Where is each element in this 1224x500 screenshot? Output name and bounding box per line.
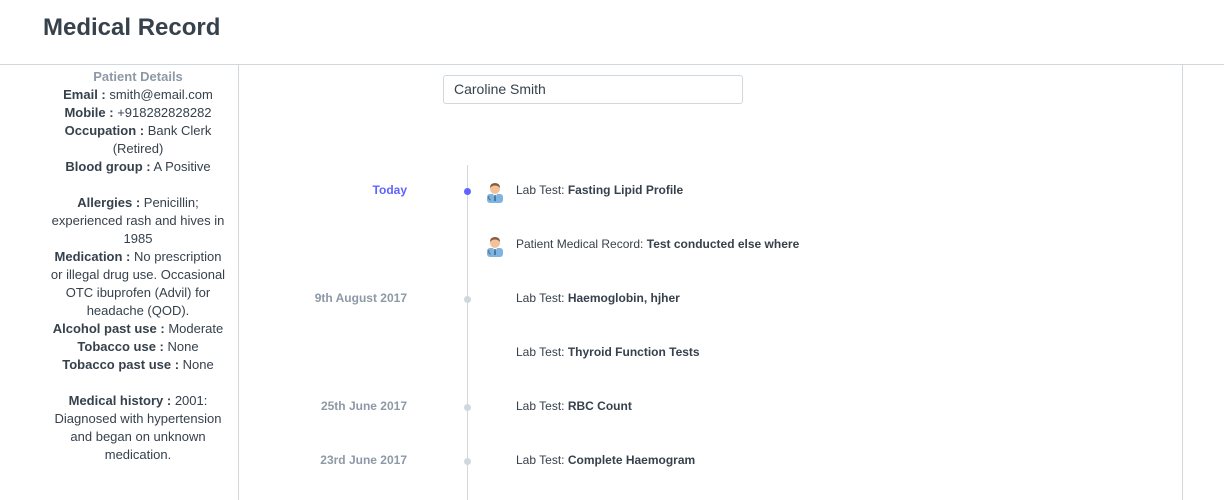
timeline-title: Thyroid Function Tests: [567, 345, 700, 359]
timeline-dot: [464, 404, 471, 411]
timeline-item[interactable]: 23rd June 2017 Lab Test: Complete Haemogr…: [0, 452, 1180, 472]
patient-name-input[interactable]: Caroline Smith: [443, 75, 743, 104]
timeline-title: Complete Haemogram: [567, 453, 696, 467]
patient-details-sidebar: Patient Details Email : smith@email.com …: [0, 65, 239, 500]
timeline-line: [467, 165, 468, 500]
timeline-dot: [464, 188, 471, 195]
mobile-row: Mobile : +918282828282: [64, 105, 212, 120]
timeline-prefix: Lab Test:: [516, 291, 565, 305]
timeline-title: Test conducted else where: [646, 237, 800, 251]
timeline-text[interactable]: Lab Test: Fasting Lipid Profile: [516, 183, 683, 197]
timeline-prefix: Lab Test:: [516, 453, 565, 467]
timeline-prefix: Lab Test:: [516, 183, 565, 197]
patient-details-heading: Patient Details: [93, 69, 183, 84]
timeline-text[interactable]: Lab Test: Thyroid Function Tests: [516, 345, 700, 359]
timeline-date: 23rd June 2017: [320, 453, 407, 467]
timeline-prefix: Patient Medical Record:: [516, 237, 644, 251]
alcohol-row: Alcohol past use : Moderate: [52, 321, 224, 336]
mobile-value: +918282828282: [117, 105, 212, 120]
timeline-prefix: Lab Test:: [516, 345, 565, 359]
email-row: Email : smith@email.com: [63, 87, 213, 102]
timeline-prefix: Lab Test:: [516, 399, 565, 413]
blood-group-value: A Positive: [153, 159, 211, 174]
timeline-date: Today: [372, 183, 407, 197]
timeline-item[interactable]: Patient Medical Record: Test conducted e…: [0, 236, 1180, 256]
timeline-text[interactable]: Lab Test: RBC Count: [516, 399, 632, 413]
page-title: Medical Record: [43, 14, 221, 41]
page-header: Medical Record: [0, 0, 1224, 65]
timeline-date: 25th June 2017: [320, 399, 407, 413]
timeline-date: 9th August 2017: [314, 291, 407, 305]
right-divider: [1182, 65, 1183, 500]
blood-group-row: Blood group : A Positive: [65, 159, 211, 174]
timeline-item[interactable]: 9th August 2017 Lab Test: Haemoglobin, hj…: [0, 290, 1180, 310]
timeline-dot: [464, 458, 471, 465]
timeline-dot: [464, 296, 471, 303]
timeline-item[interactable]: Lab Test: Thyroid Function Tests: [0, 344, 1180, 364]
alcohol-value: Moderate: [168, 321, 224, 336]
timeline-text[interactable]: Patient Medical Record: Test conducted e…: [516, 237, 799, 251]
doctor-avatar-icon: [485, 235, 505, 257]
timeline-item[interactable]: 25th June 2017 Lab Test: RBC Count: [0, 398, 1180, 418]
email-value: smith@email.com: [109, 87, 213, 102]
timeline-text[interactable]: Lab Test: Haemoglobin, hjher: [516, 291, 680, 305]
timeline-title: RBC Count: [567, 399, 632, 413]
timeline-item[interactable]: Today Lab Test: Fasting Lipid Profile: [0, 182, 1180, 202]
doctor-avatar-icon: [485, 181, 505, 203]
timeline-text[interactable]: Lab Test: Complete Haemogram: [516, 453, 695, 467]
timeline-title: Haemoglobin, hjher: [567, 291, 680, 305]
occupation-row: Occupation : Bank Clerk (Retired): [64, 123, 212, 156]
timeline-title: Fasting Lipid Profile: [567, 183, 684, 197]
